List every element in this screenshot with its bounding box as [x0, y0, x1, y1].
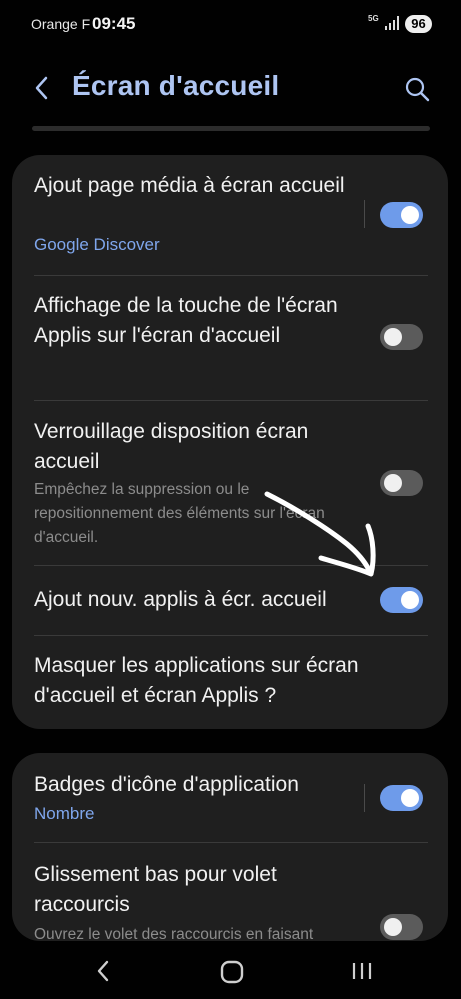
setting-description: Ouvrez le volet des raccourcis en faisan… — [34, 926, 314, 941]
setting-title: Badges d'icône d'application — [34, 773, 299, 796]
signal-icon — [385, 16, 399, 30]
toggle-knob — [401, 591, 419, 609]
back-arrow-icon[interactable] — [28, 70, 58, 106]
setting-icon-badges[interactable]: Badges d'icône d'application Nombre — [12, 753, 448, 842]
settings-card-badges: Badges d'icône d'application Nombre Glis… — [12, 753, 448, 941]
settings-card-home: Ajout page média à écran accueil Google … — [12, 155, 448, 729]
toggle-knob — [384, 918, 402, 936]
swipe-down-toggle[interactable] — [380, 914, 423, 940]
add-new-apps-toggle[interactable] — [380, 587, 423, 613]
setting-subtitle: Nombre — [34, 804, 95, 823]
setting-title: Ajout page média à écran accueil — [34, 174, 345, 197]
setting-title: Masquer les applications sur écran d'acc… — [34, 654, 359, 707]
network-type: 5G — [368, 14, 379, 23]
carrier-label: Orange F — [31, 16, 91, 32]
setting-title: Ajout nouv. applis à écr. accueil — [34, 588, 327, 611]
vertical-separator — [364, 200, 365, 228]
setting-apps-button[interactable]: Affichage de la touche de l'écran Applis… — [12, 276, 448, 400]
setting-title: Glissement bas pour volet raccourcis — [34, 863, 277, 916]
search-icon[interactable] — [400, 72, 434, 106]
navigation-bar — [0, 946, 461, 999]
setting-media-page[interactable]: Ajout page média à écran accueil Google … — [12, 155, 448, 275]
lock-layout-toggle[interactable] — [380, 470, 423, 496]
setting-lock-layout[interactable]: Verrouillage disposition écran accueil E… — [12, 401, 448, 565]
status-bar: Orange F 09:45 5G 96 — [0, 0, 461, 50]
setting-swipe-down[interactable]: Glissement bas pour volet raccourcis Ouv… — [12, 843, 448, 941]
toggle-knob — [384, 474, 402, 492]
clock: 09:45 — [92, 14, 136, 33]
nav-home-icon[interactable] — [219, 959, 245, 985]
setting-add-new-apps[interactable]: Ajout nouv. applis à écr. accueil — [12, 566, 448, 635]
scroll-edge-divider — [32, 126, 430, 131]
setting-title: Verrouillage disposition écran accueil — [34, 420, 309, 473]
toggle-knob — [401, 789, 419, 807]
apps-button-toggle[interactable] — [380, 324, 423, 350]
vertical-separator — [364, 784, 365, 812]
battery-badge: 96 — [405, 15, 432, 33]
toggle-knob — [401, 206, 419, 224]
page-title: Écran d'accueil — [72, 70, 280, 101]
nav-back-icon[interactable] — [90, 956, 116, 986]
setting-title: Affichage de la touche de l'écran Applis… — [34, 294, 338, 347]
media-page-toggle[interactable] — [380, 202, 423, 228]
setting-hide-apps[interactable]: Masquer les applications sur écran d'acc… — [12, 636, 448, 729]
setting-description: Empêchez la suppression ou le reposition… — [34, 481, 325, 546]
toggle-knob — [384, 328, 402, 346]
nav-recents-icon[interactable] — [350, 960, 374, 982]
setting-subtitle: Google Discover — [34, 235, 160, 254]
icon-badges-toggle[interactable] — [380, 785, 423, 811]
